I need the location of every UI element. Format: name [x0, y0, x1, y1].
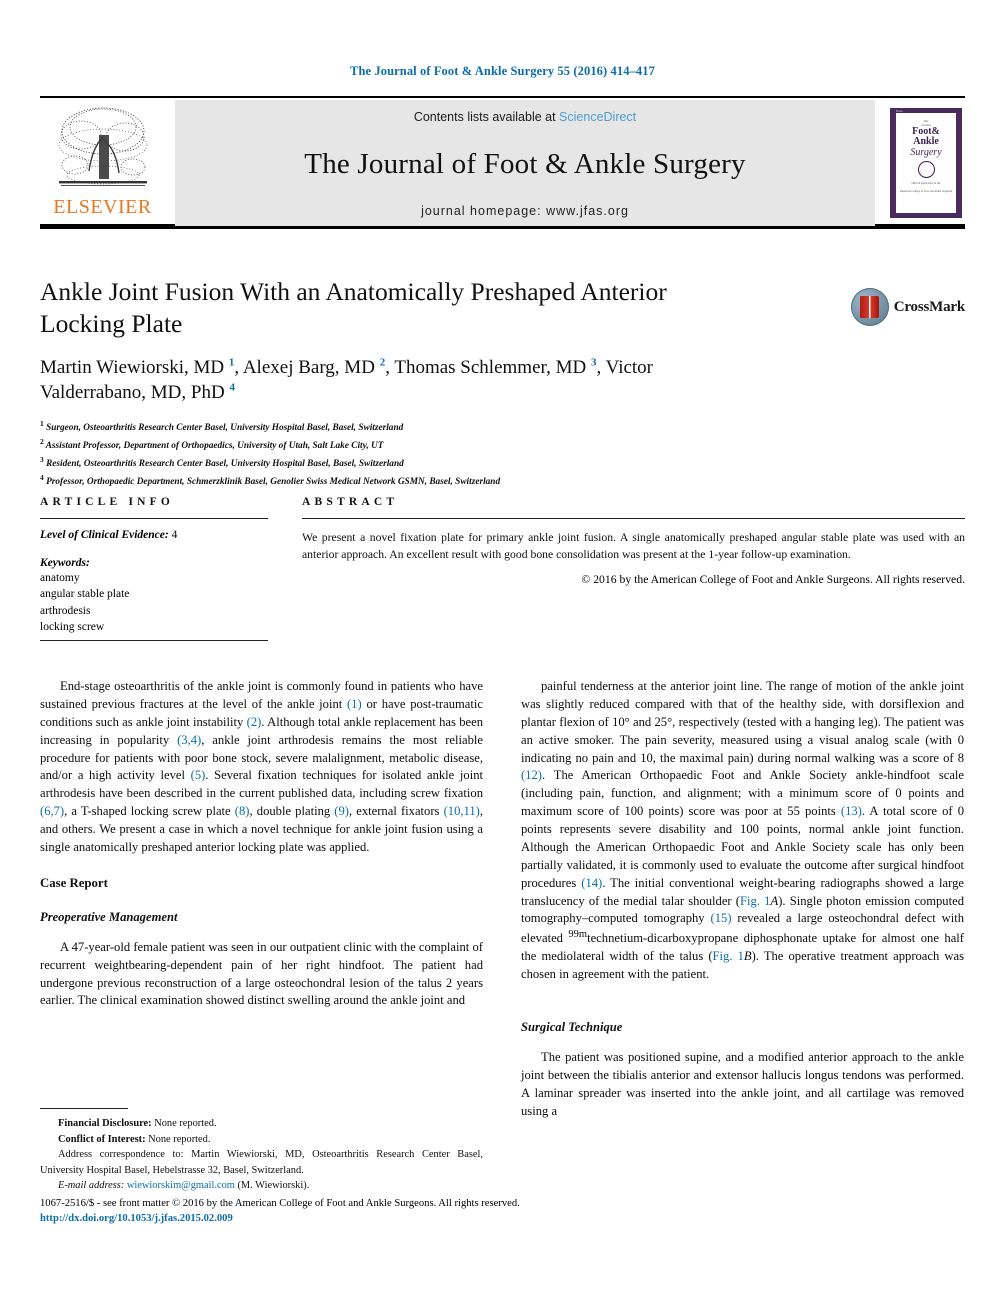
clinical-findings-paragraph: painful tenderness at the anterior joint…: [521, 679, 965, 982]
intro-paragraph: End-stage osteoarthritis of the ankle jo…: [40, 679, 483, 854]
footnote-conflict-of-interest: Conflict of Interest: None reported.: [40, 1132, 483, 1148]
abstract-text: We present a novel fixation plate for pr…: [302, 531, 965, 562]
footnote-financial-label: Financial Disclosure:: [58, 1118, 152, 1129]
cover-seal-icon: [917, 161, 935, 178]
contents-prefix-text: Contents lists available at: [413, 110, 560, 124]
affiliation-item: 4 Professor, Orthopaedic Department, Sch…: [40, 472, 501, 487]
affiliation-item: 1 Surgeon, Osteoarthritis Research Cente…: [40, 419, 404, 434]
info-abstract-panel: ARTICLE INFO Level of Clinical Evidence:…: [40, 496, 965, 635]
keyword-item: anatomy: [40, 572, 80, 584]
keyword-item: locking screw: [40, 620, 105, 633]
affiliation-text: Surgeon, Osteoarthritis Research Center …: [46, 423, 404, 434]
elsevier-tree-icon: [58, 107, 147, 186]
footnote-rule: [40, 1108, 128, 1109]
surgical-technique-paragraph: The patient was positioned supine, and a…: [521, 1050, 964, 1118]
abstract-column: ABSTRACT We present a novel fixation pla…: [302, 496, 965, 635]
abstract-rule: [302, 518, 965, 519]
footnote-email-link[interactable]: wiewiorskim@gmail.com: [127, 1180, 235, 1191]
footnote-financial-disclosure: Financial Disclosure: None reported.: [40, 1116, 483, 1132]
journal-cover-thumbnail[interactable]: Books The Journal Foot& Ankle Surgery Of…: [887, 100, 965, 226]
journal-homepage-link[interactable]: journal homepage: www.jfas.org: [421, 204, 629, 218]
abstract-copyright: © 2016 by the American College of Foot a…: [581, 573, 965, 587]
author-list: Martin Wiewiorski, MD 1, Alexej Barg, MD…: [40, 356, 654, 404]
footnote-conflict-text: None reported.: [145, 1133, 211, 1145]
level-of-evidence: Level of Clinical Evidence: 4: [40, 529, 268, 541]
preoperative-paragraph: A 47-year-old female patient was seen in…: [40, 939, 483, 1008]
footnote-email-suffix: (M. Wiewiorski).: [234, 1180, 310, 1192]
cover-top-label: Books: [896, 110, 903, 113]
affiliation-list: 1 Surgeon, Osteoarthritis Research Cente…: [40, 418, 965, 489]
abstract-heading: ABSTRACT: [302, 496, 399, 508]
journal-article-page: The Journal of Foot & Ankle Surgery 55 (…: [0, 0, 1005, 1305]
affiliation-item: 3 Resident, Osteoarthritis Research Cent…: [40, 454, 404, 470]
keywords-label: Keywords:: [40, 557, 90, 569]
journal-masthead: ELSEVIER Contents lists available at Sci…: [40, 96, 965, 229]
cover-footer1: Official publication of the: [911, 182, 941, 185]
page-title: Ankle Joint Fusion With an Anatomically …: [40, 277, 667, 338]
body-column-left: End-stage osteoarthritis of the ankle jo…: [40, 678, 483, 1121]
doi-link[interactable]: http://dx.doi.org/10.1053/j.jfas.2015.02…: [40, 1211, 600, 1226]
footnote-address-label: Address correspondence to:: [58, 1149, 184, 1161]
footnote-financial-text: None reported.: [151, 1118, 217, 1129]
affiliation-item: 2 Assistant Professor, Department of Ort…: [40, 437, 384, 452]
elsevier-logo: ELSEVIER: [40, 100, 165, 226]
footnote-conflict-label: Conflict of Interest:: [58, 1133, 146, 1145]
article-info-rule: [40, 518, 268, 519]
column-spacer: [521, 984, 964, 1001]
article-info-heading: ARTICLE INFO: [40, 496, 175, 508]
cover-footer2: American College of Foot and Ankle Surge…: [899, 189, 953, 193]
keyword-item: arthrodesis: [40, 604, 91, 617]
affiliation-text: Assistant Professor, Department of Ortho…: [45, 441, 384, 452]
running-head: The Journal of Foot & Ankle Surgery 55 (…: [350, 64, 655, 78]
title-block: Ankle Joint Fusion With an Anatomically …: [40, 276, 965, 490]
cover-big2: Ankle: [913, 136, 939, 147]
body-column-right: painful tenderness at the anterior joint…: [521, 678, 964, 1121]
cover-script: Surgery: [910, 147, 942, 158]
affiliation-text: Professor, Orthopaedic Department, Schme…: [46, 476, 501, 487]
heading-surgical-technique: Surgical Technique: [521, 1020, 623, 1035]
heading-preoperative-management: Preoperative Management: [40, 909, 178, 924]
keywords-list: anatomy angular stable plate arthrodesis…: [40, 570, 268, 635]
issn-footer: 1067-2516/$ - see front matter © 2016 by…: [40, 1196, 600, 1227]
body-columns: End-stage osteoarthritis of the ankle jo…: [40, 678, 965, 1121]
heading-case-report: Case Report: [40, 875, 108, 890]
affiliation-text: Resident, Osteoarthritis Research Center…: [46, 459, 404, 470]
level-of-evidence-value: 4: [171, 529, 178, 541]
keyword-item: angular stable plate: [40, 588, 130, 601]
elsevier-wordmark: ELSEVIER: [53, 196, 152, 218]
footnote-email: E-mail address: wiewiorskim@gmail.com (M…: [40, 1178, 483, 1194]
sciencedirect-link[interactable]: ScienceDirect: [559, 110, 636, 124]
contents-available-line: Contents lists available at ScienceDirec…: [414, 110, 636, 124]
issn-copyright-line: 1067-2516/$ - see front matter © 2016 by…: [40, 1198, 520, 1209]
journal-band: Contents lists available at ScienceDirec…: [175, 100, 875, 226]
journal-title: The Journal of Foot & Ankle Surgery: [304, 147, 746, 180]
footnote-block: Financial Disclosure: None reported. Con…: [40, 1108, 483, 1194]
footnote-email-label: E-mail address:: [58, 1180, 125, 1192]
level-of-evidence-label: Level of Clinical Evidence:: [40, 529, 169, 541]
article-info-column: ARTICLE INFO Level of Clinical Evidence:…: [40, 496, 268, 635]
footnote-address: Address correspondence to: Martin Wiewio…: [40, 1147, 483, 1178]
article-info-bottom-rule: [40, 640, 268, 641]
